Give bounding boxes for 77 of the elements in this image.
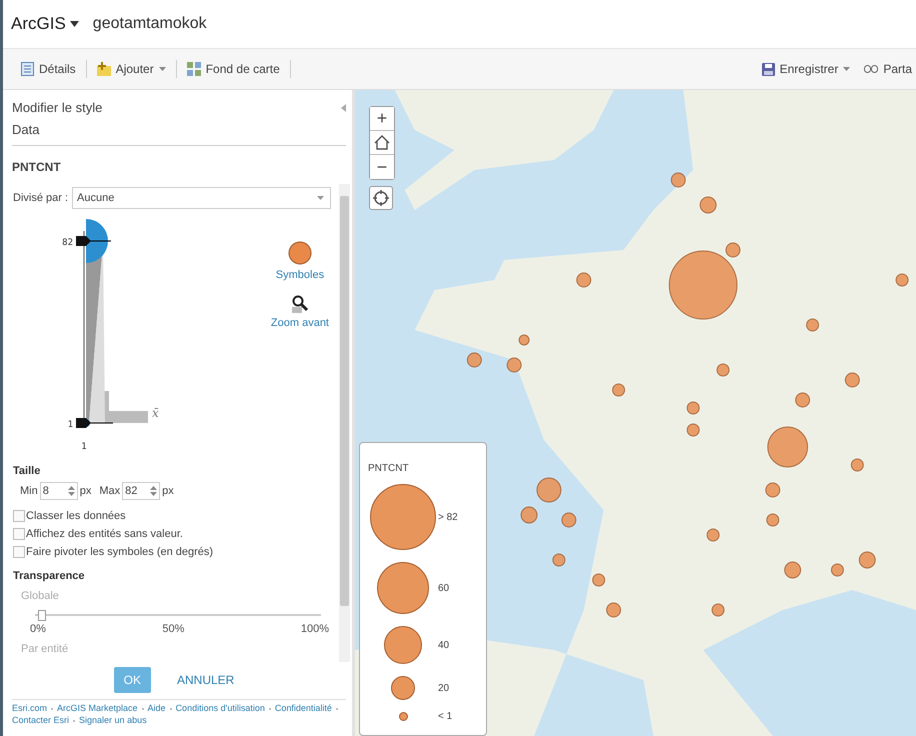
legend-circle-icon — [384, 626, 422, 664]
legend-label: > 82 — [438, 512, 458, 522]
footer-link[interactable]: Contacter Esri — [12, 715, 70, 726]
spin-up-icon[interactable] — [150, 486, 158, 490]
legend-label: < 1 — [438, 711, 452, 722]
app-menu[interactable]: ArcGIS — [11, 14, 79, 34]
locate-button[interactable] — [369, 186, 393, 210]
legend-circle-icon — [391, 676, 415, 700]
save-icon — [762, 62, 775, 76]
divide-dropdown[interactable]: Aucune — [72, 187, 331, 209]
zoom-in-button[interactable]: + — [370, 107, 394, 131]
collapse-icon[interactable] — [341, 104, 346, 112]
spin-up-icon[interactable] — [68, 486, 75, 490]
min-value-label: 1 — [68, 420, 73, 430]
section-title: Taille — [13, 465, 42, 477]
caret-icon — [317, 196, 324, 200]
checkbox-label: Faire pivoter les symboles (en degrés) — [26, 546, 214, 558]
legend-circle-icon — [398, 712, 408, 721]
spin-down-icon[interactable] — [68, 492, 75, 496]
footer-link[interactable]: Conditions d'utilisation — [176, 703, 265, 714]
magnifier-icon[interactable] — [292, 295, 308, 313]
max-symbol-icon — [86, 219, 108, 263]
max-value-label: 82 — [62, 238, 73, 248]
legend-label: 40 — [438, 640, 450, 650]
legend-label: 60 — [438, 582, 450, 594]
option-link[interactable]: Zoom avant — [270, 317, 329, 329]
toolbar-button[interactable]: Détails — [21, 60, 76, 78]
toolbar-button[interactable]: Ajouter — [96, 60, 166, 78]
footer-link[interactable]: Confidentialité — [274, 703, 332, 714]
panel-title: Modifier le style — [12, 100, 102, 115]
footer-link[interactable]: Aide — [148, 703, 166, 714]
axis-label: 1 — [81, 442, 87, 452]
section-title: Transparence — [13, 570, 86, 582]
grid-icon — [186, 62, 201, 76]
slider-label: Par entité — [21, 643, 70, 655]
checkbox[interactable] — [13, 510, 25, 522]
mean-label: x̄ — [152, 406, 159, 420]
min-handle-icon[interactable] — [76, 418, 91, 428]
checkbox-label: Affichez des entités sans valeur. — [26, 528, 183, 540]
field-name: PNTCNT — [12, 160, 62, 174]
checkbox-label: Classer les données — [26, 510, 126, 522]
tick-label: 100% — [300, 623, 329, 635]
footer-link[interactable]: ArcGIS Marketplace — [57, 703, 138, 714]
toolbar-button[interactable]: Enregistrer — [762, 60, 850, 78]
unit-label: px — [80, 485, 92, 497]
checkbox[interactable] — [13, 546, 25, 558]
legend-title: PNTCNT — [368, 463, 410, 474]
cancel-button[interactable]: ANNULER — [166, 667, 244, 693]
transparency-slider[interactable] — [35, 610, 321, 621]
caret-icon — [70, 21, 79, 27]
toolbar-button[interactable]: Fond de carte — [186, 60, 280, 78]
footer-link[interactable]: Signaler un abus — [79, 715, 147, 726]
tick-label: 50% — [162, 623, 184, 635]
number-field[interactable]: 82 — [122, 482, 160, 500]
circle-symbol-icon[interactable] — [288, 241, 312, 265]
scrollbar[interactable] — [339, 184, 350, 662]
map-background[interactable]: + − PNTCNT > 82 60 40 20 < 1 — [355, 90, 916, 736]
spin-down-icon[interactable] — [150, 492, 158, 496]
unit-label: px — [162, 485, 174, 497]
number-field[interactable]: 8 — [40, 482, 78, 500]
document-icon — [21, 62, 34, 76]
checkbox[interactable] — [13, 528, 25, 540]
slider-label: Globale — [21, 590, 60, 602]
layer-name: Data — [12, 122, 40, 137]
field-label: Min — [20, 485, 38, 497]
footer-link[interactable]: Esri.com — [12, 703, 48, 714]
share-icon — [864, 65, 878, 73]
tick-label: 0% — [30, 623, 46, 635]
divide-label: Divisé par : — [13, 192, 68, 204]
toolbar-button[interactable]: Parta — [864, 60, 912, 78]
map-title: geotamtamokok — [92, 15, 207, 33]
field-label: Max — [99, 485, 120, 497]
add-icon — [96, 62, 111, 76]
legend-label: 20 — [438, 682, 450, 694]
legend-circle-icon — [377, 562, 429, 614]
max-handle-icon[interactable] — [76, 236, 91, 246]
option-link[interactable]: Symboles — [276, 269, 324, 281]
